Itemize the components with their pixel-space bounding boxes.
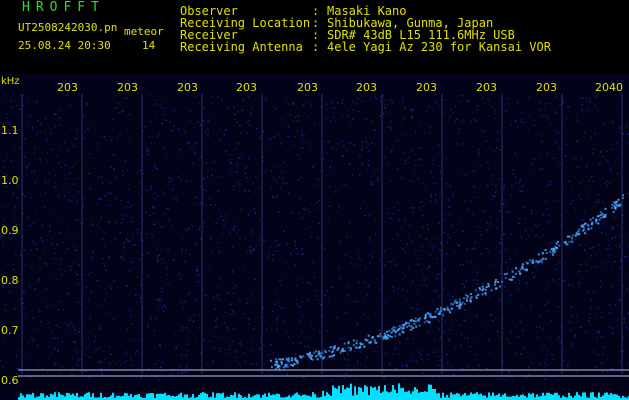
timestamp: 25.08.24 20:30 — [18, 39, 111, 52]
time-label: 203 — [476, 81, 497, 94]
time-label: 203 — [356, 81, 377, 94]
time-label: 203 — [117, 81, 138, 94]
app-brand: HROFFT — [22, 0, 105, 15]
time-label: 2040 — [595, 81, 623, 94]
event-count: 14 — [142, 39, 156, 52]
freq-label: 1.1 — [1, 124, 19, 137]
freq-label: 1.0 — [1, 174, 19, 187]
value-antenna: 4ele Yagi Az 230 for Kansai VOR — [327, 40, 551, 54]
spectrogram-canvas: kHz 203 203 203 203 203 203 203 203 203 … — [0, 74, 629, 400]
freq-label: 0.6 — [1, 374, 19, 387]
spectrogram-background — [0, 74, 629, 400]
time-label: 203 — [177, 81, 198, 94]
freq-label: 0.8 — [1, 274, 19, 287]
freq-label: 0.7 — [1, 324, 19, 337]
event-tag: meteor — [124, 25, 164, 38]
label-antenna: Receiving Antenna — [180, 40, 303, 54]
time-label: 203 — [236, 81, 257, 94]
file-name: UT2508242030.pn — [18, 21, 118, 34]
time-label: 203 — [57, 81, 78, 94]
header-panel: HROFFT UT2508242030.pn meteor 25.08.24 2… — [0, 0, 629, 74]
time-label: 203 — [416, 81, 437, 94]
time-label: 203 — [297, 81, 318, 94]
spectrogram: kHz 203 203 203 203 203 203 203 203 203 … — [0, 74, 629, 400]
sep-antenna: : — [312, 40, 320, 54]
time-label: 203 — [536, 81, 557, 94]
unit-label: kHz — [1, 76, 20, 87]
freq-label: 0.9 — [1, 224, 19, 237]
